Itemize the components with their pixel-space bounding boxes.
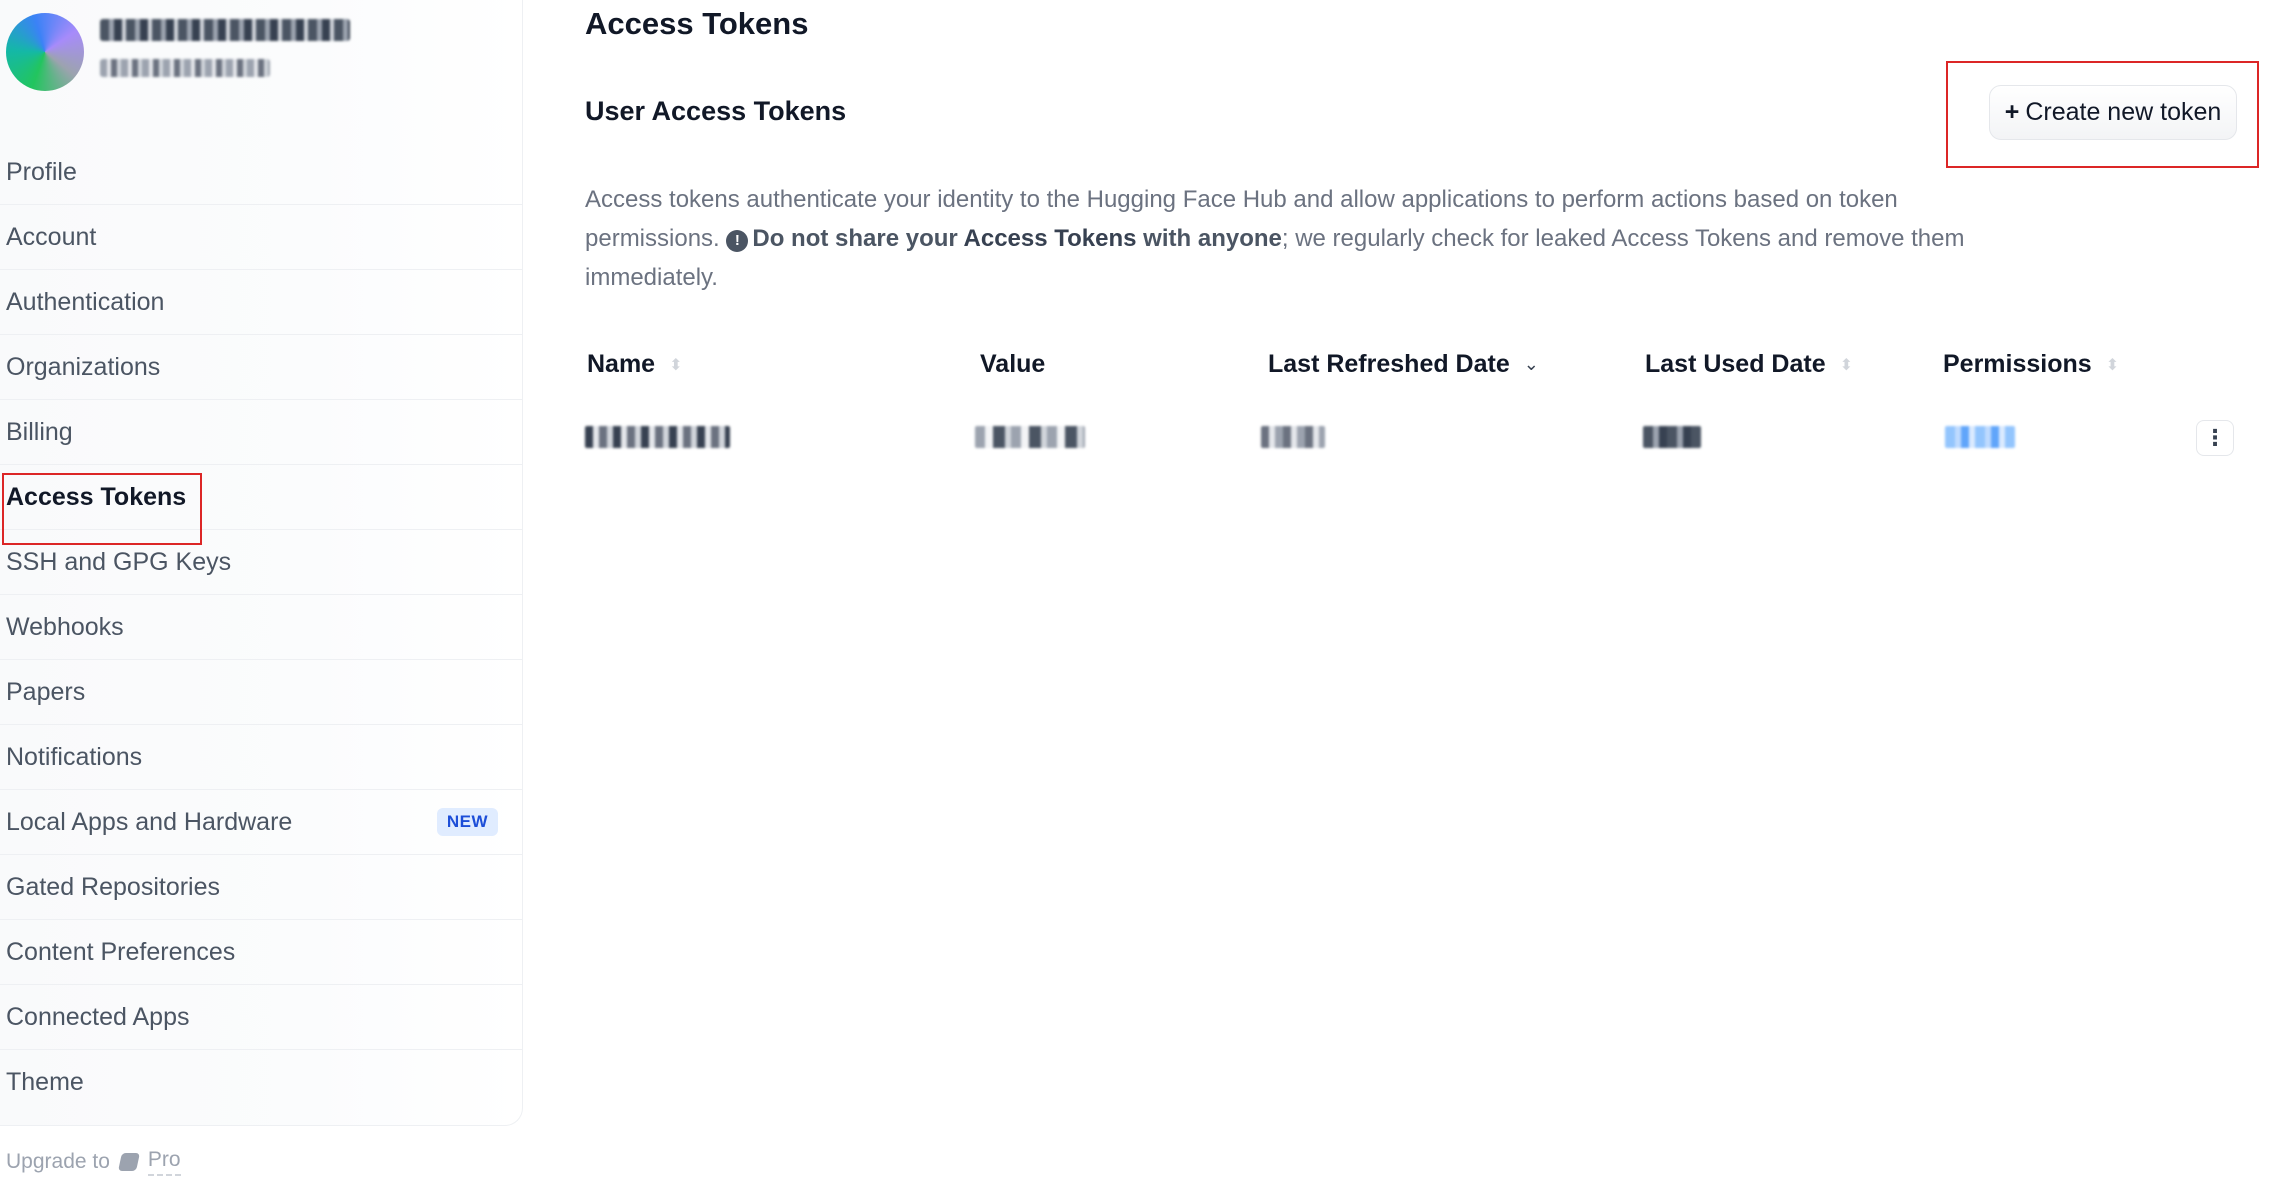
sidebar-item-label: Account (6, 222, 97, 251)
column-header-permissions[interactable]: Permissions ⬍ (1943, 350, 2119, 379)
sidebar-item-notifications[interactable]: Notifications (0, 725, 522, 790)
section-title: User Access Tokens (585, 96, 847, 126)
pro-icon (117, 1153, 140, 1171)
user-handle-redacted (100, 59, 270, 77)
sidebar-item-label: Notifications (6, 742, 143, 771)
sidebar-item-theme[interactable]: Theme (0, 1050, 522, 1115)
sidebar-item-label: Webhooks (6, 612, 124, 641)
settings-page: Profile Account Authentication Organizat… (0, 0, 2295, 1184)
last-refreshed-redacted (1261, 426, 1325, 448)
column-header-name[interactable]: Name ⬍ (587, 350, 683, 379)
warning-prefix: Do not share your (752, 225, 964, 252)
permissions-redacted (1945, 426, 2015, 448)
user-name-redacted (100, 19, 350, 41)
sidebar-item-label: Profile (6, 157, 77, 186)
upgrade-text: Upgrade to (6, 1150, 110, 1173)
sidebar-item-label: Access Tokens (6, 482, 187, 511)
create-button-label: Create new token (2025, 98, 2222, 126)
avatar[interactable] (6, 13, 84, 91)
create-new-token-button[interactable]: + Create new token (1989, 85, 2237, 140)
settings-nav: Profile Account Authentication Organizat… (0, 140, 522, 1115)
sidebar-item-organizations[interactable]: Organizations (0, 335, 522, 400)
sidebar-item-label: Gated Repositories (6, 872, 221, 901)
column-label: Last Refreshed Date (1268, 350, 1510, 378)
exclamation-circle-icon: ! (726, 230, 749, 252)
sort-icon: ⬍ (1839, 356, 1854, 374)
token-name-redacted (585, 426, 730, 448)
main-content: Access Tokens User Access Tokens + Creat… (585, 0, 2285, 1184)
sidebar-item-content-preferences[interactable]: Content Preferences (0, 920, 522, 985)
sidebar-item-access-tokens[interactable]: Access Tokens (0, 465, 522, 530)
plus-icon: + (2004, 98, 2020, 126)
sidebar-item-webhooks[interactable]: Webhooks (0, 595, 522, 660)
column-label: Permissions (1943, 350, 2092, 378)
token-actions-menu[interactable]: ⋮ (2196, 420, 2234, 456)
sidebar-item-ssh-gpg-keys[interactable]: SSH and GPG Keys (0, 530, 522, 595)
sidebar-item-label: Organizations (6, 352, 161, 381)
column-header-value: Value (980, 350, 1045, 379)
warning-suffix: with anyone (1136, 225, 1282, 252)
pro-label: Pro (147, 1148, 181, 1176)
settings-sidebar: Profile Account Authentication Organizat… (0, 0, 523, 1126)
sidebar-item-label: Local Apps and Hardware (6, 807, 293, 836)
sidebar-item-label: Theme (6, 1068, 84, 1096)
column-label: Last Used Date (1645, 350, 1826, 378)
sidebar-item-billing[interactable]: Billing (0, 400, 522, 465)
upgrade-to-pro-link[interactable]: Upgrade to Pro (6, 1148, 181, 1176)
column-label: Value (980, 350, 1046, 378)
sidebar-item-account[interactable]: Account (0, 205, 522, 270)
token-value-redacted (975, 426, 1085, 448)
sort-desc-icon: ⌄ (1523, 354, 1539, 374)
sidebar-item-papers[interactable]: Papers (0, 660, 522, 725)
sidebar-item-label: Connected Apps (6, 1002, 190, 1031)
sidebar-item-authentication[interactable]: Authentication (0, 270, 522, 335)
last-used-redacted (1643, 426, 1701, 448)
sidebar-item-gated-repositories[interactable]: Gated Repositories (0, 855, 522, 920)
page-title: Access Tokens (585, 6, 809, 41)
tokens-table-header: Name ⬍ Value Last Refreshed Date ⌄ Last … (585, 350, 2245, 390)
sidebar-item-connected-apps[interactable]: Connected Apps (0, 985, 522, 1050)
warning-strong: Access Tokens (963, 225, 1137, 252)
sidebar-item-label: SSH and GPG Keys (6, 547, 232, 576)
new-badge: NEW (436, 808, 498, 836)
kebab-icon: ⋮ (2204, 425, 2226, 450)
sort-icon: ⬍ (2105, 356, 2120, 374)
column-header-last-used[interactable]: Last Used Date ⬍ (1645, 350, 1853, 379)
access-tokens-description: Access tokens authenticate your identity… (585, 180, 1975, 297)
sidebar-item-label: Papers (6, 677, 86, 706)
user-block[interactable] (6, 13, 516, 93)
sidebar-item-label: Authentication (6, 287, 165, 316)
sidebar-item-label: Billing (6, 417, 73, 446)
column-label: Name (587, 350, 656, 378)
sort-icon: ⬍ (669, 356, 683, 374)
column-header-last-refreshed[interactable]: Last Refreshed Date ⌄ (1268, 350, 1539, 379)
table-row: ⋮ (585, 420, 2245, 460)
sidebar-item-profile[interactable]: Profile (0, 140, 522, 205)
sidebar-item-local-apps-hardware[interactable]: Local Apps and Hardware NEW (0, 790, 522, 855)
sidebar-item-label: Content Preferences (6, 937, 236, 966)
